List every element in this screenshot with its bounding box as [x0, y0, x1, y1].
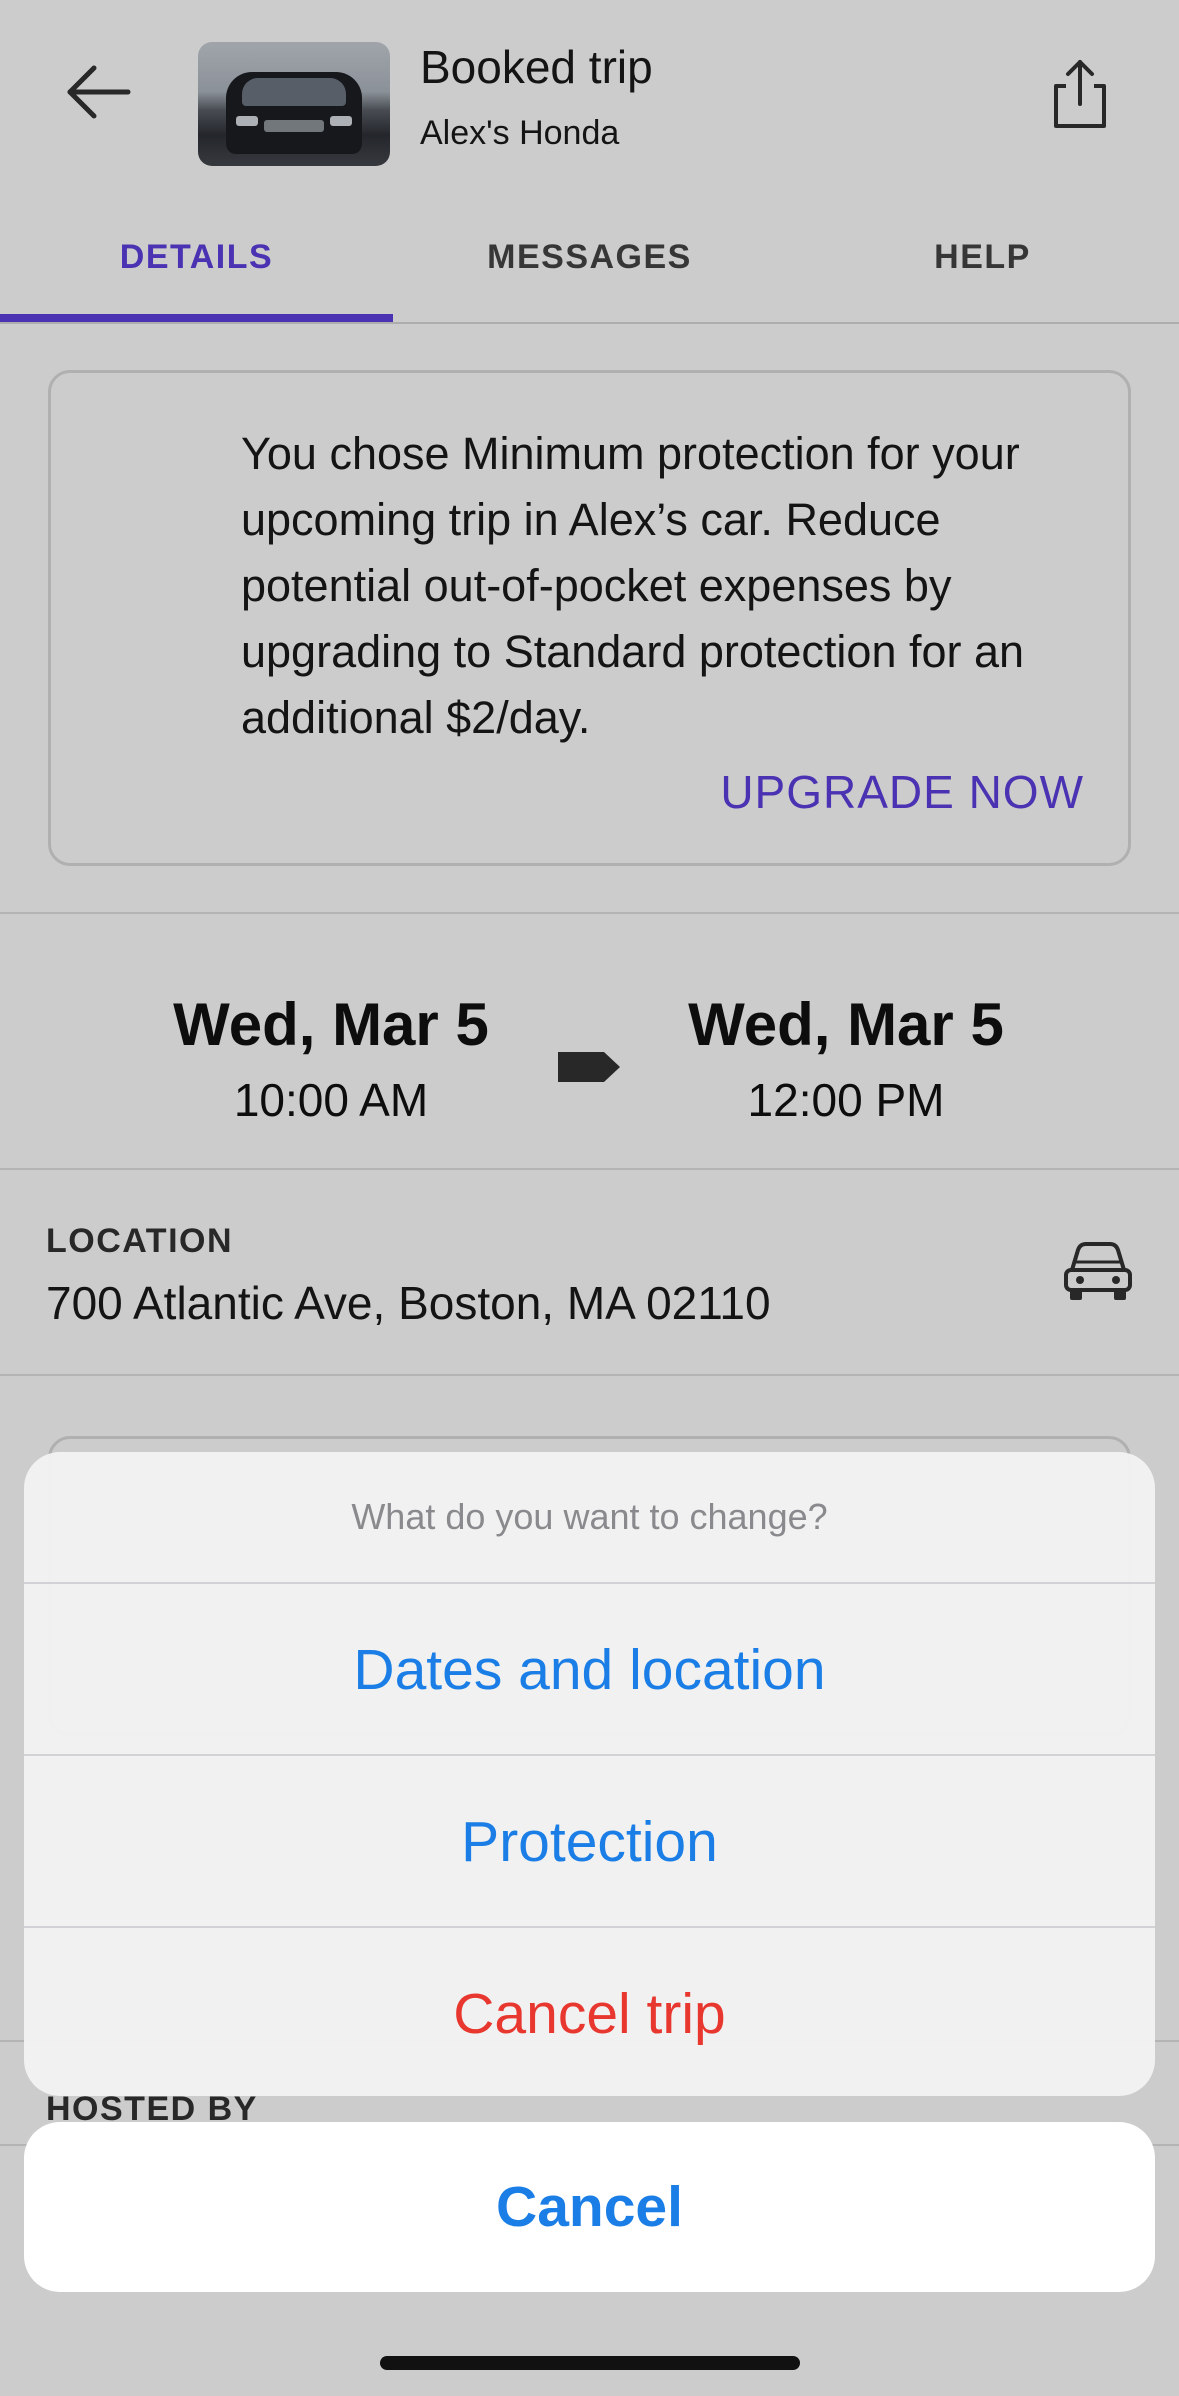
dates-and-location-option[interactable]: Dates and location	[24, 1582, 1155, 1754]
action-sheet: What do you want to change? Dates and lo…	[24, 1452, 1155, 2096]
cancel-trip-option[interactable]: Cancel trip	[24, 1926, 1155, 2096]
protection-option[interactable]: Protection	[24, 1754, 1155, 1926]
action-sheet-title: What do you want to change?	[351, 1496, 828, 1537]
home-indicator[interactable]	[380, 2356, 800, 2370]
cancel-button[interactable]: Cancel	[24, 2122, 1155, 2292]
